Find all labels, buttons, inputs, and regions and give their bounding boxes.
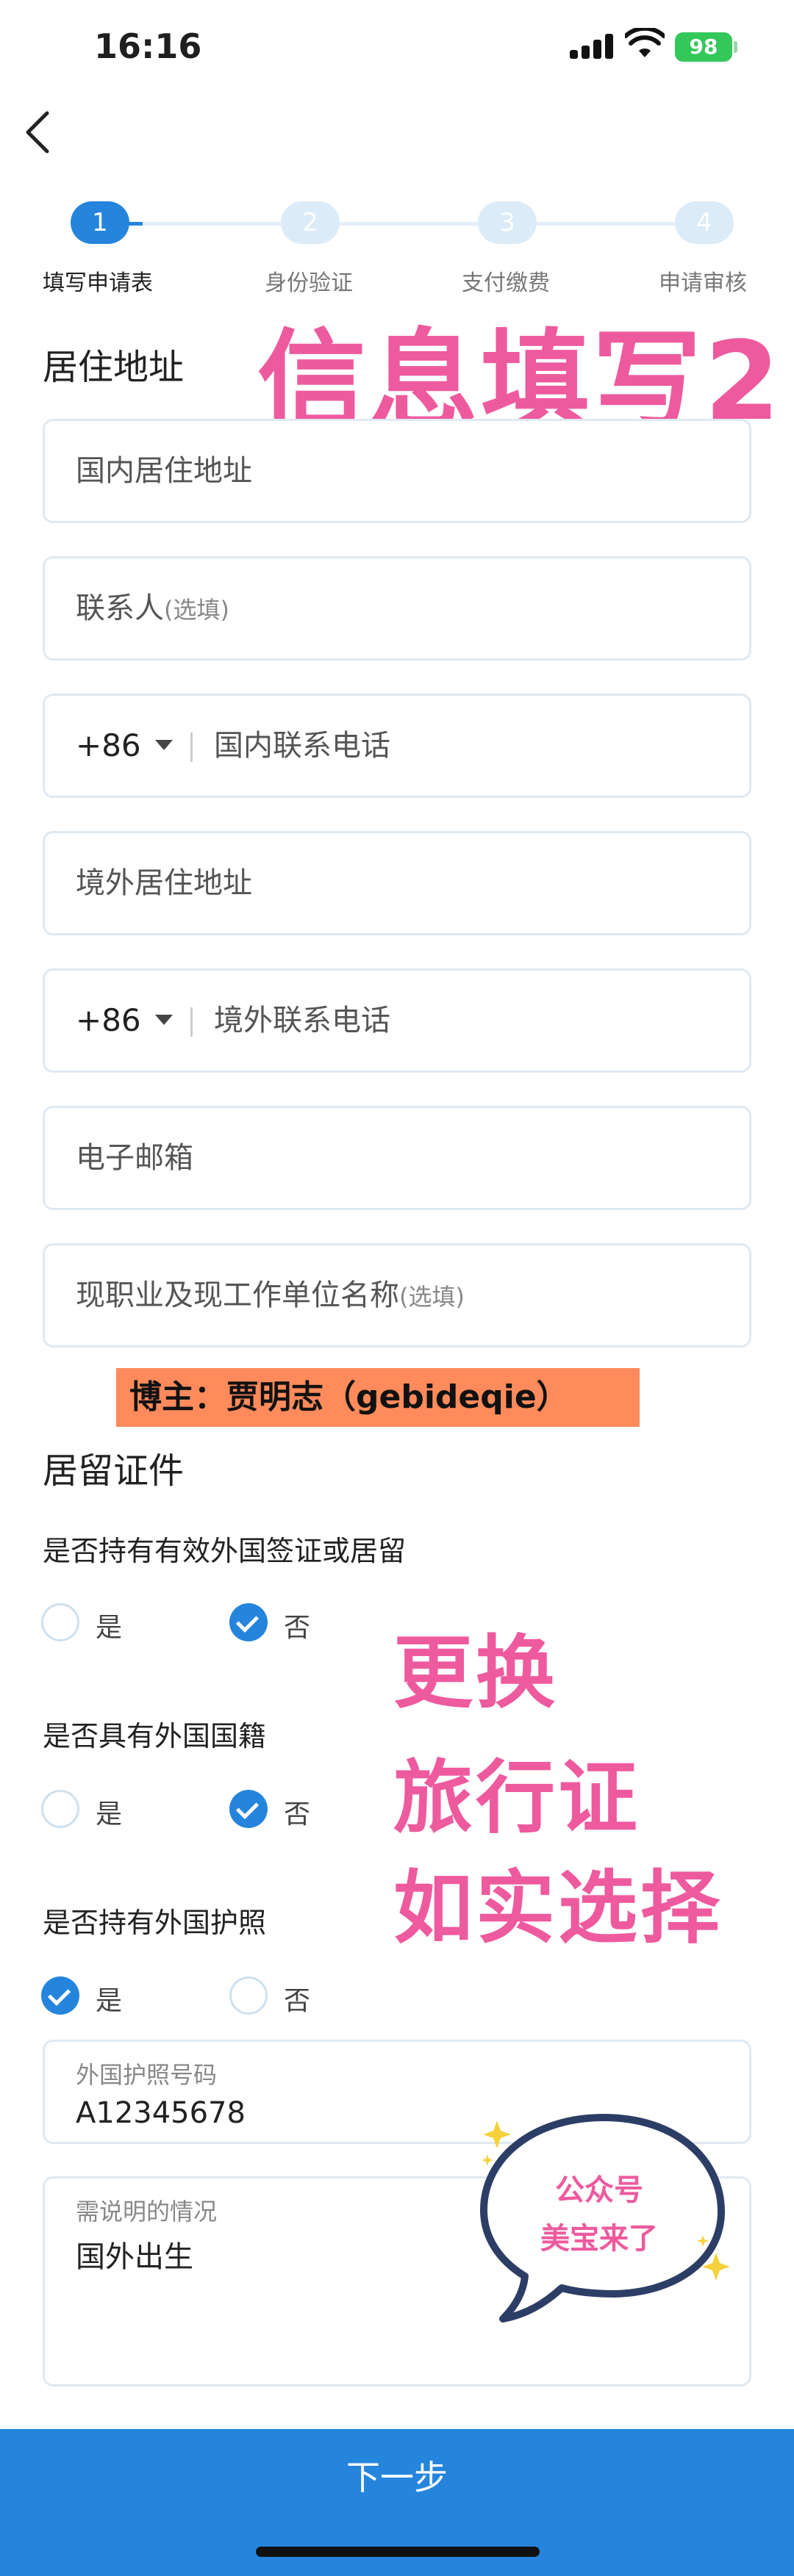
contact-person-placeholder: 联系人(选填): [76, 558, 229, 660]
optional-hint: (选填): [399, 1283, 465, 1311]
overseas-phone-field[interactable]: +86 境外联系电话: [43, 968, 751, 1073]
status-time: 16:16: [94, 26, 202, 66]
step-1-label: 填写申请表: [43, 270, 153, 296]
radio-passport-no-label[interactable]: 否: [284, 1979, 310, 2018]
sticker-line-1: 公众号: [555, 2173, 643, 2207]
wifi-icon: [625, 28, 665, 57]
back-arrow-icon[interactable]: [16, 109, 63, 156]
occupation-placeholder: 现职业及现工作单位名称(选填): [76, 1245, 465, 1347]
stepper-line: [143, 222, 709, 226]
sticker-line-2: 美宝来了: [540, 2222, 658, 2256]
next-step-label[interactable]: 下一步: [0, 2451, 794, 2500]
passport-number-label: 外国护照号码: [76, 2061, 218, 2089]
radio-visa-yes-label[interactable]: 是: [96, 1606, 122, 1644]
passport-number-value[interactable]: A12345678: [76, 2096, 246, 2130]
battery-level: 98: [689, 35, 718, 59]
step-4-circle: 4: [675, 201, 734, 244]
radio-visa-no[interactable]: [229, 1603, 268, 1641]
overlay-line-2: 旅行证: [393, 1752, 641, 1844]
domestic-address-field[interactable]: 国内居住地址: [43, 419, 751, 523]
radio-nationality-yes-label[interactable]: 是: [96, 1793, 122, 1831]
section-title-permit: 居留证件: [43, 1450, 185, 1492]
radio-passport-no[interactable]: [229, 1976, 268, 2015]
radio-passport-yes[interactable]: [41, 1976, 79, 2015]
overlay-line-1: 更换: [393, 1627, 559, 1719]
overseas-phone-placeholder: 境外联系电话: [214, 1004, 390, 1037]
country-code-select[interactable]: +86: [76, 971, 141, 1071]
contact-person-field[interactable]: 联系人(选填): [43, 556, 751, 661]
overseas-address-placeholder: 境外居住地址: [76, 866, 252, 900]
cellular-signal-icon: [570, 34, 614, 59]
battery-icon: 98: [675, 32, 732, 62]
radio-visa-no-label[interactable]: 否: [284, 1606, 310, 1644]
country-code-select[interactable]: +86: [76, 696, 141, 796]
divider: [190, 1007, 193, 1037]
radio-nationality-yes[interactable]: [41, 1790, 79, 1828]
email-field[interactable]: 电子邮箱: [43, 1106, 751, 1210]
note-value[interactable]: 国外出生: [76, 2233, 193, 2275]
battery-tip: [734, 41, 737, 53]
radio-passport-yes-label[interactable]: 是: [96, 1979, 122, 2018]
question-nationality: 是否具有外国国籍: [43, 1720, 267, 1752]
occupation-text: 现职业及现工作单位名称: [76, 1278, 399, 1312]
step-2-circle: 2: [281, 201, 340, 244]
domestic-phone-placeholder: 国内联系电话: [214, 729, 390, 763]
occupation-field[interactable]: 现职业及现工作单位名称(选填): [43, 1243, 751, 1348]
radio-nationality-no-label[interactable]: 否: [284, 1793, 310, 1831]
question-visa: 是否持有有效外国签证或居留: [43, 1535, 407, 1567]
divider: [190, 733, 193, 762]
caret-down-icon[interactable]: [155, 740, 173, 750]
caret-down-icon[interactable]: [155, 1015, 173, 1025]
step-3-circle: 3: [478, 201, 537, 244]
radio-visa-yes[interactable]: [41, 1603, 79, 1641]
overseas-address-field[interactable]: 境外居住地址: [43, 831, 751, 935]
contact-person-text: 联系人: [76, 591, 164, 625]
overlay-line-3: 如实选择: [393, 1863, 723, 1954]
note-label: 需说明的情况: [76, 2198, 218, 2226]
question-passport: 是否持有外国护照: [43, 1907, 267, 1939]
section-title-residence: 居住地址: [43, 347, 185, 388]
domestic-phone-field[interactable]: +86 国内联系电话: [43, 694, 751, 798]
home-indicator[interactable]: [256, 2547, 540, 2557]
optional-hint: (选填): [164, 596, 229, 624]
domestic-address-placeholder: 国内居住地址: [76, 454, 252, 488]
email-placeholder: 电子邮箱: [76, 1141, 193, 1175]
blogger-banner: 博主：贾明志（gebideqie）: [116, 1368, 640, 1427]
radio-nationality-no[interactable]: [229, 1790, 268, 1828]
step-1-circle: 1: [71, 201, 129, 244]
